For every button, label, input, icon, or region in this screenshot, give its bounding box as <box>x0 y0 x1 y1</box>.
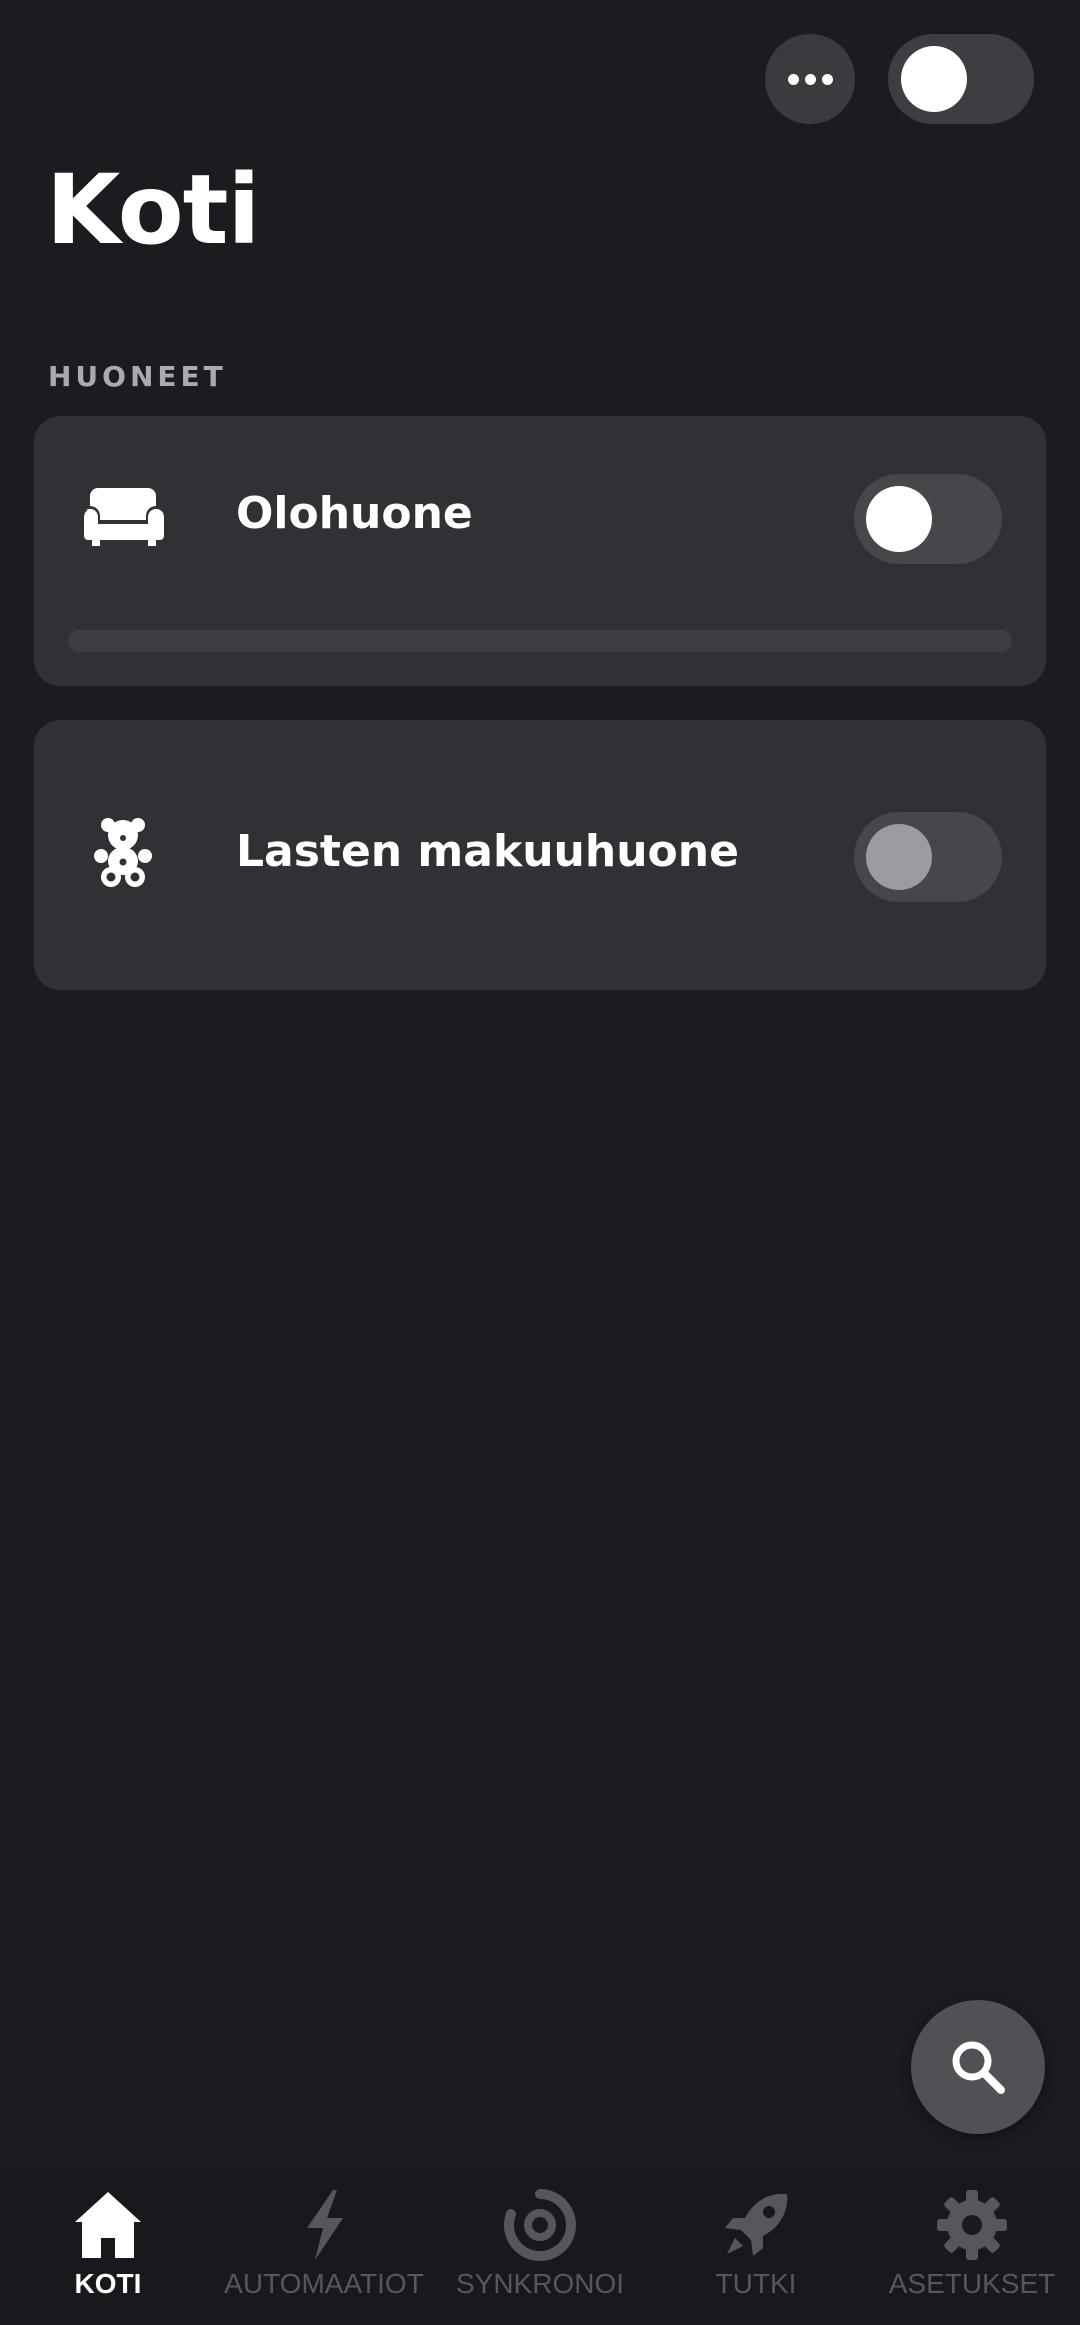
gear-icon <box>935 2188 1009 2262</box>
nav-label: SYNKRONOI <box>455 2268 625 2299</box>
brightness-slider[interactable] <box>68 630 1012 652</box>
all-lights-toggle[interactable] <box>888 34 1034 124</box>
room-power-toggle[interactable] <box>854 812 1002 902</box>
home-icon <box>71 2188 145 2262</box>
rocket-icon <box>719 2188 793 2262</box>
rooms-section-label: HUONEET <box>48 360 227 393</box>
more-dot <box>804 73 816 85</box>
nav-item-asetukset[interactable]: ASETUKSET <box>864 2168 1080 2325</box>
bottom-navigation: KOTI AUTOMAATIOT SYNKRONOI TUTKI ASETUKS… <box>0 2168 1080 2325</box>
sync-icon <box>503 2188 577 2262</box>
home-screen: Koti HUONEET Olohuone Lasten makuuhuone … <box>0 0 1080 2325</box>
more-options-button[interactable] <box>765 34 855 124</box>
toggle-knob <box>866 486 932 552</box>
nav-label: KOTI <box>74 2268 142 2299</box>
room-name: Lasten makuuhuone <box>236 826 739 877</box>
room-card-olohuone[interactable]: Olohuone <box>34 416 1046 686</box>
page-title: Koti <box>46 154 260 266</box>
search-button[interactable] <box>911 2000 1045 2134</box>
nav-item-koti[interactable]: KOTI <box>0 2168 216 2325</box>
nav-item-synkronoi[interactable]: SYNKRONOI <box>432 2168 648 2325</box>
sofa-icon <box>82 480 164 550</box>
nav-label: TUTKI <box>715 2268 797 2299</box>
toggle-knob <box>901 46 967 112</box>
teddy-bear-icon <box>82 818 164 888</box>
room-name: Olohuone <box>236 488 473 539</box>
search-icon <box>952 2041 1005 2094</box>
nav-label: ASETUKSET <box>888 2268 1056 2299</box>
room-card-lasten-makuuhuone[interactable]: Lasten makuuhuone <box>34 720 1046 990</box>
nav-label: AUTOMAATIOT <box>224 2268 424 2299</box>
lightning-icon <box>287 2188 361 2262</box>
more-dot <box>821 73 833 85</box>
toggle-knob <box>866 824 932 890</box>
room-power-toggle[interactable] <box>854 474 1002 564</box>
nav-item-tutki[interactable]: TUTKI <box>648 2168 864 2325</box>
more-dots-icon <box>787 73 799 85</box>
nav-item-automaatiot[interactable]: AUTOMAATIOT <box>216 2168 432 2325</box>
